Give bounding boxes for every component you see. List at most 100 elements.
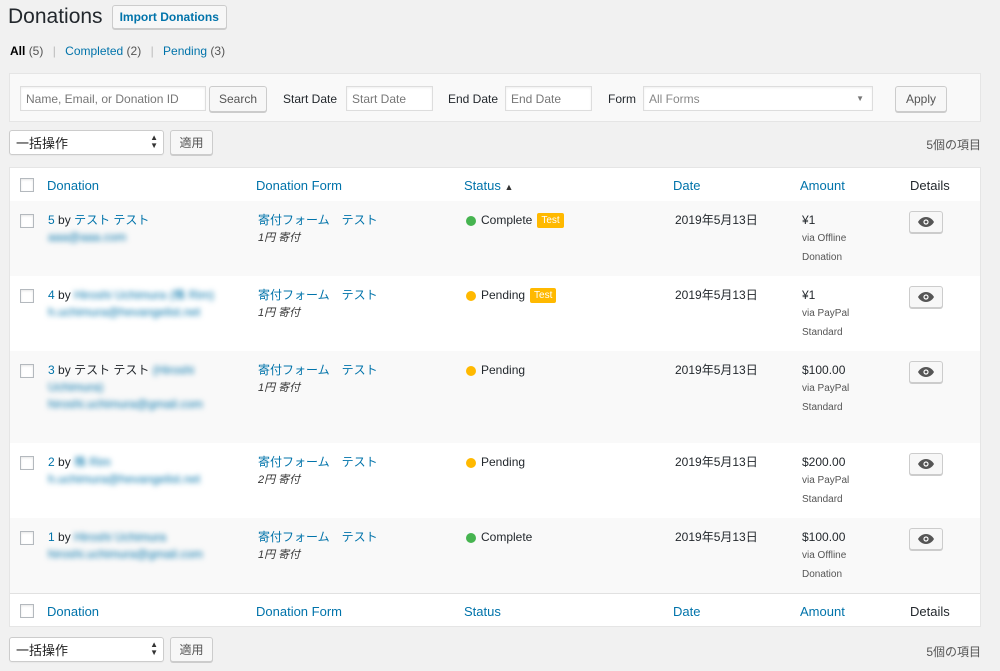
view-pending[interactable]: Pending (3) — [163, 44, 225, 58]
apply-filters-button[interactable]: Apply — [895, 86, 947, 112]
donation-amount: $200.00 — [802, 455, 846, 469]
view-details-button[interactable] — [909, 361, 943, 383]
donation-date: 2019年5月13日 — [675, 288, 758, 302]
row-checkbox[interactable] — [20, 456, 34, 470]
column-amount[interactable]: Amount — [800, 178, 845, 193]
status-dot — [466, 365, 476, 376]
table-row: 1 by Hiroshi Uchimura hiroshi.uchimura@g… — [10, 518, 980, 593]
column-status-footer[interactable]: Status — [464, 604, 501, 619]
start-date-input[interactable] — [346, 86, 433, 111]
donor-name-link[interactable]: テスト テスト — [74, 213, 149, 227]
row-checkbox[interactable] — [20, 214, 34, 228]
items-count: 5個の項目 — [926, 138, 981, 152]
by-label: by — [58, 213, 71, 227]
bulk-action-select-bottom[interactable]: 一括操作 ▲ ▼ — [9, 636, 164, 662]
status-text: Complete — [481, 530, 533, 544]
view-all[interactable]: All (5) — [10, 44, 43, 58]
status-text: Pending — [481, 363, 526, 377]
select-all-checkbox-footer[interactable] — [20, 604, 34, 618]
donation-date: 2019年5月13日 — [675, 455, 758, 469]
end-date-input[interactable] — [505, 86, 592, 111]
select-arrows-icon: ▲ ▼ — [150, 132, 158, 150]
view-details-button[interactable] — [909, 211, 943, 233]
donor-name-link[interactable]: 株 Rim — [74, 455, 111, 469]
status-dot — [466, 290, 476, 301]
status-dot — [466, 532, 476, 543]
donation-form-link[interactable]: 寄付フォーム テスト — [258, 213, 378, 227]
by-label: by — [58, 455, 71, 469]
view-separator: | — [150, 44, 154, 58]
payment-gateway: via PayPal Standard — [802, 308, 850, 338]
table-row: 2 by 株 Rim h.uchimura@hevangelist.net 寄付… — [10, 443, 980, 518]
donation-id-link[interactable]: 2 — [48, 455, 55, 469]
form-select-value: All Forms — [649, 91, 700, 106]
status-text: Pending — [481, 455, 526, 469]
row-checkbox[interactable] — [20, 289, 34, 303]
eye-icon — [918, 217, 934, 227]
bulk-apply-button[interactable]: 適用 — [170, 129, 213, 155]
column-details: Details — [910, 178, 950, 193]
row-checkbox[interactable] — [20, 364, 34, 378]
donation-form-link[interactable]: 寄付フォーム テスト — [258, 530, 378, 544]
form-select[interactable]: All Forms ▼ — [643, 86, 873, 111]
view-details-button[interactable] — [909, 528, 943, 550]
status-cell: Complete — [466, 529, 532, 546]
bulk-apply-button-bottom[interactable]: 適用 — [170, 636, 213, 662]
donation-amount: ¥1 — [802, 213, 816, 227]
eye-icon — [918, 534, 934, 544]
donation-id-link[interactable]: 5 — [48, 213, 55, 227]
donation-level: 1円 寄付 — [258, 307, 301, 319]
column-donation[interactable]: Donation — [47, 178, 99, 193]
column-donation-form[interactable]: Donation Form — [256, 178, 342, 193]
donation-form-link[interactable]: 寄付フォーム テスト — [258, 288, 378, 302]
donation-level: 1円 寄付 — [258, 549, 301, 561]
import-donations-button[interactable]: Import Donations — [111, 5, 227, 29]
donation-amount: $100.00 — [802, 530, 846, 544]
view-details-button[interactable] — [909, 286, 943, 308]
column-status[interactable]: Status ▲ — [464, 178, 513, 193]
view-completed[interactable]: Completed (2) — [65, 44, 141, 58]
table-row: 4 by Hiroshi Uchimura (株 Rim) h.uchimura… — [10, 276, 980, 351]
view-details-button[interactable] — [909, 453, 943, 475]
column-donation-footer[interactable]: Donation — [47, 604, 99, 619]
donor-email: hiroshi.uchimura@gmail.com — [48, 547, 203, 561]
donation-date: 2019年5月13日 — [675, 363, 758, 377]
column-date[interactable]: Date — [673, 178, 700, 193]
donor-email: hiroshi.uchimura@gmail.com — [48, 397, 203, 411]
view-separator: | — [52, 44, 56, 58]
donor-name-link[interactable]: テスト テスト — [74, 363, 149, 377]
bulk-action-value: 一括操作 — [16, 642, 69, 658]
donation-date: 2019年5月13日 — [675, 213, 758, 227]
column-details-footer: Details — [910, 604, 950, 619]
donation-id-link[interactable]: 4 — [48, 288, 55, 302]
donations-table: Donation Donation Form Status ▲ Date Amo… — [9, 167, 981, 627]
select-all-checkbox[interactable] — [20, 178, 34, 192]
bulk-action-select[interactable]: 一括操作 ▲ ▼ — [9, 129, 164, 155]
column-amount-footer[interactable]: Amount — [800, 604, 845, 619]
donor-email: aaa@aaa.com — [48, 230, 127, 244]
donor-name-link[interactable]: Hiroshi Uchimura (株 Rim) — [74, 288, 214, 302]
row-checkbox[interactable] — [20, 531, 34, 545]
by-label: by — [58, 530, 71, 544]
sort-asc-icon: ▲ — [504, 182, 514, 192]
column-date-footer[interactable]: Date — [673, 604, 700, 619]
donation-form-link[interactable]: 寄付フォーム テスト — [258, 363, 378, 377]
donation-level: 1円 寄付 — [258, 382, 301, 394]
donation-form-link[interactable]: 寄付フォーム テスト — [258, 455, 378, 469]
donation-id-link[interactable]: 3 — [48, 363, 55, 377]
bulk-action-value: 一括操作 — [16, 135, 69, 151]
column-donation-form-footer[interactable]: Donation Form — [256, 604, 342, 619]
donation-amount: ¥1 — [802, 288, 816, 302]
status-dot — [466, 457, 476, 468]
donation-id-link[interactable]: 1 — [48, 530, 55, 544]
donor-name-link[interactable]: Hiroshi Uchimura — [74, 530, 166, 544]
search-input[interactable] — [20, 86, 206, 111]
search-button[interactable]: Search — [209, 86, 267, 112]
start-date-label: Start Date — [283, 92, 338, 106]
status-cell: Pending — [466, 362, 525, 379]
table-header: Donation Donation Form Status ▲ Date Amo… — [10, 168, 980, 202]
status-text: Complete — [481, 213, 533, 227]
donation-amount: $100.00 — [802, 363, 846, 377]
by-label: by — [58, 363, 71, 377]
form-label: Form — [608, 92, 636, 106]
